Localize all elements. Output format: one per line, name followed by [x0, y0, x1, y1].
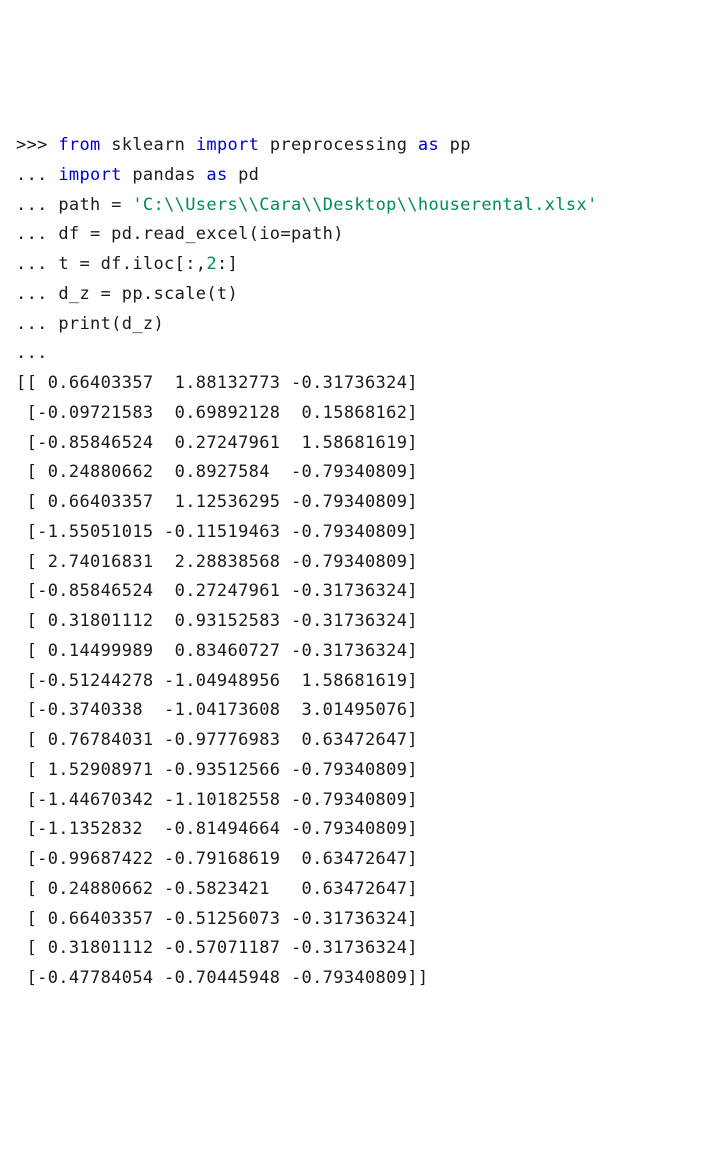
- output-row: [ 0.24880662 -0.5823421 0.63472647]: [16, 879, 418, 899]
- output-row: [-1.1352832 -0.81494664 -0.79340809]: [16, 819, 418, 839]
- output-row: [-0.51244278 -1.04948956 1.58681619]: [16, 671, 418, 691]
- code-block: >>> from sklearn import preprocessing as…: [16, 131, 704, 994]
- alias-pp: pp: [450, 135, 471, 155]
- output-row: [ 0.66403357 -0.51256073 -0.31736324]: [16, 909, 418, 929]
- prompt-cont: ...: [16, 284, 58, 304]
- prompt-cont: ...: [16, 224, 58, 244]
- prompt-cont: ...: [16, 195, 58, 215]
- num-2: 2: [206, 254, 217, 274]
- output-row: [-1.44670342 -1.10182558 -0.79340809]: [16, 790, 418, 810]
- kw-import: import: [196, 135, 259, 155]
- line-iloc-b: :]: [217, 254, 238, 274]
- output-row: [ 0.14499989 0.83460727 -0.31736324]: [16, 641, 418, 661]
- prompt-cont: ...: [16, 254, 58, 274]
- output-row: [ 1.52908971 -0.93512566 -0.79340809]: [16, 760, 418, 780]
- prompt-cont-blank: ...: [16, 343, 58, 363]
- line-read-excel: df = pd.read_excel(io=path): [58, 224, 344, 244]
- output-row: [-0.3740338 -1.04173608 3.01495076]: [16, 700, 418, 720]
- output-row: [-0.85846524 0.27247961 1.58681619]: [16, 433, 418, 453]
- output-row: [ 0.76784031 -0.97776983 0.63472647]: [16, 730, 418, 750]
- output-row: [ 0.31801112 0.93152583 -0.31736324]: [16, 611, 418, 631]
- output-row: [-0.09721583 0.69892128 0.15868162]: [16, 403, 418, 423]
- output-row: [ 2.74016831 2.28838568 -0.79340809]: [16, 552, 418, 572]
- mod-preprocessing: preprocessing: [270, 135, 407, 155]
- alias-pd: pd: [238, 165, 259, 185]
- mod-pandas: pandas: [132, 165, 195, 185]
- prompt-primary: >>>: [16, 135, 58, 155]
- output-row: [-1.55051015 -0.11519463 -0.79340809]: [16, 522, 418, 542]
- mod-sklearn: sklearn: [111, 135, 185, 155]
- output-row: [-0.47784054 -0.70445948 -0.79340809]]: [16, 968, 428, 988]
- line-scale: d_z = pp.scale(t): [58, 284, 238, 304]
- kw-as2: as: [206, 165, 227, 185]
- kw-as: as: [418, 135, 439, 155]
- output-row: [ 0.24880662 0.8927584 -0.79340809]: [16, 462, 418, 482]
- kw-import2: import: [58, 165, 121, 185]
- prompt-cont: ...: [16, 314, 58, 334]
- output-row: [-0.85846524 0.27247961 -0.31736324]: [16, 581, 418, 601]
- output-row: [[ 0.66403357 1.88132773 -0.31736324]: [16, 373, 418, 393]
- output-row: [ 0.66403357 1.12536295 -0.79340809]: [16, 492, 418, 512]
- line-iloc-a: t = df.iloc[:,: [58, 254, 206, 274]
- line-print: print(d_z): [58, 314, 164, 334]
- assign-path: path =: [58, 195, 132, 215]
- prompt-cont: ...: [16, 165, 58, 185]
- kw-from: from: [58, 135, 100, 155]
- output-row: [-0.99687422 -0.79168619 0.63472647]: [16, 849, 418, 869]
- output-row: [ 0.31801112 -0.57071187 -0.31736324]: [16, 938, 418, 958]
- string-path: 'C:\\Users\\Cara\\Desktop\\houserental.x…: [132, 195, 597, 215]
